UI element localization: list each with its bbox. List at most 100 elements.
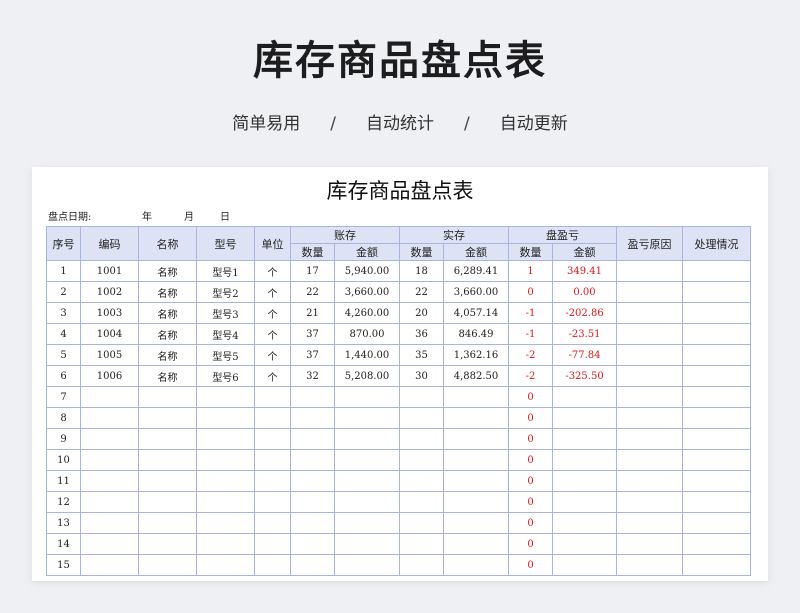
cell-seq: 1 xyxy=(46,260,81,282)
cell-unit xyxy=(254,512,291,534)
header-book-amount: 金额 xyxy=(334,243,400,261)
sheet-title: 库存商品盘点表 xyxy=(326,179,474,203)
cell-variance-amount xyxy=(552,512,617,534)
cell-handling xyxy=(682,554,751,576)
header-variance-amount: 金额 xyxy=(552,243,617,261)
cell-variance-qty: 1 xyxy=(508,260,553,282)
cell-handling xyxy=(682,386,751,408)
cell-seq: 6 xyxy=(46,365,81,387)
cell-variance-amount: -77.84 xyxy=(552,344,617,366)
tag-separator: / xyxy=(464,114,470,134)
cell-handling xyxy=(682,428,751,450)
cell-model: 型号6 xyxy=(196,365,255,387)
cell-book-qty: 37 xyxy=(290,344,335,366)
cell-book-qty: 17 xyxy=(290,260,335,282)
cell-book-qty: 21 xyxy=(290,302,335,324)
cell-model xyxy=(196,512,255,534)
cell-reason xyxy=(616,323,683,345)
cell-book-amount: 5,940.00 xyxy=(334,260,400,282)
cell-name xyxy=(138,428,197,450)
cell-actual-qty: 22 xyxy=(399,281,444,303)
cell-reason xyxy=(616,302,683,324)
cell-model: 型号3 xyxy=(196,302,255,324)
cell-seq: 14 xyxy=(46,533,81,555)
cell-unit: 个 xyxy=(254,260,291,282)
cell-actual-amount xyxy=(443,470,509,492)
cell-reason xyxy=(616,260,683,282)
cell-variance-qty: -1 xyxy=(508,302,553,324)
cell-seq: 11 xyxy=(46,470,81,492)
table-row: 13 0 xyxy=(46,512,751,534)
tag-auto-statistics: 自动统计 xyxy=(366,114,434,134)
cell-name xyxy=(138,407,197,429)
cell-model: 型号2 xyxy=(196,281,255,303)
cell-variance-amount xyxy=(552,386,617,408)
cell-model: 型号1 xyxy=(196,260,255,282)
table-row: 1 1001 名称 型号1 个 17 5,940.00 18 6,289.41 1 349.41 xyxy=(46,260,751,282)
cell-variance-amount xyxy=(552,470,617,492)
page-title: 库存商品盘点表 xyxy=(253,38,547,84)
cell-code xyxy=(80,428,139,450)
spreadsheet-preview: 库存商品盘点表 盘点日期: 年 月 日 序号 编码 名称 型号 单位 账存 实存… xyxy=(32,167,768,581)
cell-actual-qty: 20 xyxy=(399,302,444,324)
cell-actual-amount xyxy=(443,533,509,555)
cell-book-amount xyxy=(334,512,400,534)
cell-variance-qty: -2 xyxy=(508,365,553,387)
table-row: 11 0 xyxy=(46,470,751,492)
cell-unit: 个 xyxy=(254,302,291,324)
header-actual-amount: 金额 xyxy=(443,243,509,261)
cell-actual-amount: 4,882.50 xyxy=(443,365,509,387)
cell-model xyxy=(196,449,255,471)
cell-reason xyxy=(616,554,683,576)
cell-code: 1006 xyxy=(80,365,139,387)
cell-code xyxy=(80,512,139,534)
cell-model: 型号5 xyxy=(196,344,255,366)
cell-handling xyxy=(682,260,751,282)
cell-code xyxy=(80,386,139,408)
feature-tagline: 简单易用 / 自动统计 / 自动更新 xyxy=(0,112,800,136)
cell-unit xyxy=(254,428,291,450)
cell-actual-qty xyxy=(399,533,444,555)
cell-variance-qty: 0 xyxy=(508,491,553,513)
cell-seq: 3 xyxy=(46,302,81,324)
cell-actual-qty xyxy=(399,407,444,429)
cell-name: 名称 xyxy=(138,365,197,387)
cell-unit xyxy=(254,554,291,576)
cell-book-amount xyxy=(334,407,400,429)
cell-seq: 10 xyxy=(46,449,81,471)
cell-unit xyxy=(254,449,291,471)
cell-variance-qty: 0 xyxy=(508,533,553,555)
cell-variance-qty: -2 xyxy=(508,344,553,366)
cell-variance-qty: 0 xyxy=(508,281,553,303)
cell-handling xyxy=(682,323,751,345)
cell-book-amount: 1,440.00 xyxy=(334,344,400,366)
cell-actual-qty xyxy=(399,491,444,513)
cell-actual-amount xyxy=(443,386,509,408)
table-row: 15 0 xyxy=(46,554,751,576)
header-variance-qty: 数量 xyxy=(508,243,553,261)
cell-handling xyxy=(682,512,751,534)
cell-seq: 8 xyxy=(46,407,81,429)
cell-handling xyxy=(682,491,751,513)
cell-seq: 2 xyxy=(46,281,81,303)
table-row: 90 xyxy=(46,428,751,450)
cell-reason xyxy=(616,491,683,513)
inventory-table: 序号 编码 名称 型号 单位 账存 实存 盘盈亏 盈亏原因 处理情况 数量 金额… xyxy=(46,226,751,576)
header-reason: 盈亏原因 xyxy=(616,226,683,261)
table-row: 2 1002 名称 型号2 个 22 3,660.00 22 3,660.00 0 0.00 xyxy=(46,281,751,303)
cell-reason xyxy=(616,344,683,366)
header-code: 编码 xyxy=(80,226,139,261)
cell-actual-amount: 3,660.00 xyxy=(443,281,509,303)
cell-variance-amount xyxy=(552,533,617,555)
cell-actual-qty xyxy=(399,386,444,408)
cell-handling xyxy=(682,407,751,429)
cell-model xyxy=(196,491,255,513)
year-label: 年 xyxy=(142,212,152,223)
cell-variance-amount xyxy=(552,449,617,471)
cell-variance-amount: -325.50 xyxy=(552,365,617,387)
cell-actual-amount: 846.49 xyxy=(443,323,509,345)
table-row: 3 1003 名称 型号3 个 21 4,260.00 20 4,057.14 -1 -202.86 xyxy=(46,302,751,324)
cell-book-qty xyxy=(290,386,335,408)
header-name: 名称 xyxy=(138,226,197,261)
cell-handling xyxy=(682,365,751,387)
